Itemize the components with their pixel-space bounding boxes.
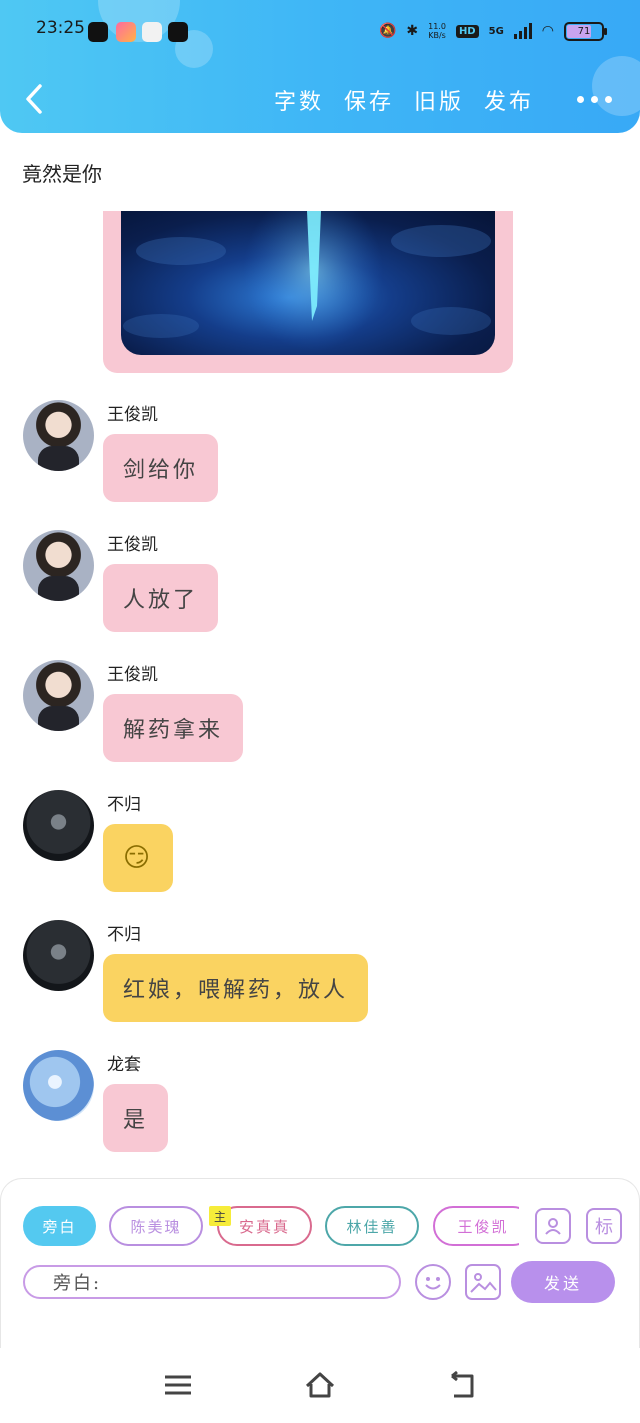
chip-character[interactable]: 林佳善: [325, 1206, 419, 1246]
tiktok-icon: [88, 22, 108, 42]
toolbar: 字数 保存 旧版 发布: [0, 74, 640, 124]
battery-icon: 71: [564, 21, 607, 41]
image-icon: [470, 1273, 497, 1293]
status-bar: 23:25 🔕 ✱ 11.0 KB/s HD 5G ◠ 71: [0, 12, 640, 52]
smile-icon: [425, 1277, 441, 1290]
message-bubble[interactable]: 红娘，喂解药，放人: [103, 954, 369, 1022]
mute-icon: 🔕: [378, 23, 397, 39]
sender-name: 不归: [107, 795, 141, 815]
avatar[interactable]: [23, 660, 94, 731]
wifi-icon: ◠: [541, 23, 554, 39]
message-bubble[interactable]: 解药拿来: [103, 694, 244, 762]
chip-narrator[interactable]: 旁白: [23, 1206, 96, 1246]
send-button[interactable]: 发送: [511, 1261, 615, 1303]
save-button[interactable]: 保存: [344, 84, 394, 116]
signal-icon: [513, 23, 532, 39]
character-manage-button[interactable]: [535, 1208, 571, 1244]
message-input[interactable]: 旁白:: [23, 1265, 401, 1299]
chip-character[interactable]: 陈美瑰: [109, 1206, 203, 1246]
home-icon[interactable]: [303, 1368, 337, 1402]
image-message[interactable]: [103, 211, 513, 373]
message-bubble[interactable]: 人放了: [103, 564, 219, 632]
input-prefix: 旁白:: [53, 1273, 102, 1294]
character-chips: 旁白 陈美瑰 安真真 林佳善 王俊凯: [23, 1206, 519, 1246]
avatar[interactable]: [23, 530, 94, 601]
app-header: 23:25 🔕 ✱ 11.0 KB/s HD 5G ◠ 71 字数 保存 旧版 …: [0, 0, 640, 133]
main-character-badge: 主: [209, 1206, 231, 1226]
scene-image: [121, 211, 495, 355]
message-bubble[interactable]: 剑给你: [103, 434, 219, 502]
toolbar-actions: 字数 保存 旧版 发布: [274, 84, 534, 116]
message-bubble[interactable]: 😏: [103, 824, 173, 892]
mark-button[interactable]: 标: [586, 1208, 622, 1244]
sender-name: 不归: [107, 925, 141, 945]
avatar[interactable]: [23, 790, 94, 861]
menu-icon[interactable]: [161, 1368, 195, 1402]
sender-name: 龙套: [107, 1055, 141, 1075]
network-type: 5G: [488, 25, 504, 37]
sender-name: 王俊凯: [107, 665, 158, 685]
chip-character[interactable]: 安真真: [217, 1206, 312, 1246]
composer-panel: 旁白 陈美瑰 安真真 林佳善 王俊凯 主 标 旁白: 发送: [0, 1178, 640, 1348]
emoji-button[interactable]: [415, 1264, 451, 1300]
back-nav-icon[interactable]: [446, 1368, 480, 1402]
status-icons: 🔕 ✱ 11.0 KB/s HD 5G ◠ 71: [378, 18, 607, 44]
avatar[interactable]: [23, 1050, 94, 1121]
chip-character[interactable]: 王俊凯: [433, 1206, 519, 1246]
publish-button[interactable]: 发布: [484, 84, 534, 116]
bluetooth-icon: ✱: [406, 23, 419, 39]
sender-name: 王俊凯: [107, 535, 158, 555]
system-nav-bar: [0, 1348, 640, 1423]
video-app-icon: [168, 22, 188, 42]
app-notification-icon: [116, 22, 136, 42]
network-speed: 11.0 KB/s: [428, 22, 446, 40]
hd-icon: HD: [455, 24, 479, 38]
back-icon[interactable]: [20, 82, 50, 116]
smirk-emoji-icon: 😏: [122, 843, 154, 873]
image-button[interactable]: [465, 1264, 501, 1300]
avatar[interactable]: [23, 920, 94, 991]
sword-glow-image: [123, 211, 491, 351]
status-time: 23:25: [36, 18, 85, 38]
sender-name: 王俊凯: [107, 405, 158, 425]
app-notification-icon: [142, 22, 162, 42]
avatar[interactable]: [23, 400, 94, 471]
person-icon: [545, 1218, 561, 1235]
more-icon[interactable]: [577, 96, 612, 103]
scene-title: 竟然是你: [22, 162, 102, 186]
word-count-button[interactable]: 字数: [274, 84, 324, 116]
old-version-button[interactable]: 旧版: [414, 84, 464, 116]
message-bubble[interactable]: 是: [103, 1084, 169, 1152]
